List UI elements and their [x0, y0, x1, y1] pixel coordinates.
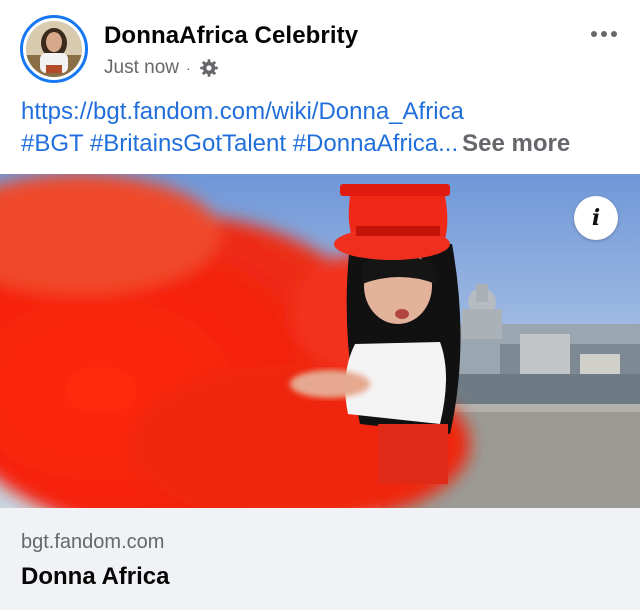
link-preview-card[interactable]: bgt.fandom.com Donna Africa: [0, 508, 640, 610]
gear-icon[interactable]: [199, 58, 219, 78]
page-avatar[interactable]: [20, 15, 88, 83]
post-header: DonnaAfrica Celebrity Just now ·: [0, 0, 640, 92]
post-timestamp[interactable]: Just now: [104, 57, 179, 79]
link-preview-domain: bgt.fandom.com: [21, 531, 165, 553]
more-options-icon: [591, 31, 597, 37]
avatar-image: [26, 21, 82, 77]
page-name[interactable]: DonnaAfrica Celebrity: [104, 22, 358, 50]
more-dot: [601, 31, 607, 37]
post-meta: Just now ·: [104, 57, 219, 79]
post-link[interactable]: https://bgt.fandom.com/wiki/Donna_Africa: [21, 98, 464, 125]
hashtag-donnaafrica[interactable]: #DonnaAfrica...: [293, 130, 458, 157]
more-options-button[interactable]: [586, 22, 622, 46]
meta-separator: ·: [185, 60, 191, 76]
post-text: https://bgt.fandom.com/wiki/Donna_Africa…: [21, 96, 626, 160]
hashtag-row: #BGT #BritainsGotTalent #DonnaAfrica... S…: [21, 128, 626, 160]
video-frame-image: [0, 174, 640, 508]
hashtag-britainsgottalent[interactable]: #BritainsGotTalent: [90, 130, 286, 157]
post-video-thumbnail[interactable]: i: [0, 174, 640, 508]
avatar-photo: [26, 21, 82, 77]
info-button[interactable]: i: [574, 196, 618, 240]
link-preview-title[interactable]: Donna Africa: [21, 563, 169, 591]
see-more-link[interactable]: See more: [462, 130, 570, 157]
more-dot: [611, 31, 617, 37]
hashtag-bgt[interactable]: #BGT: [21, 130, 83, 157]
